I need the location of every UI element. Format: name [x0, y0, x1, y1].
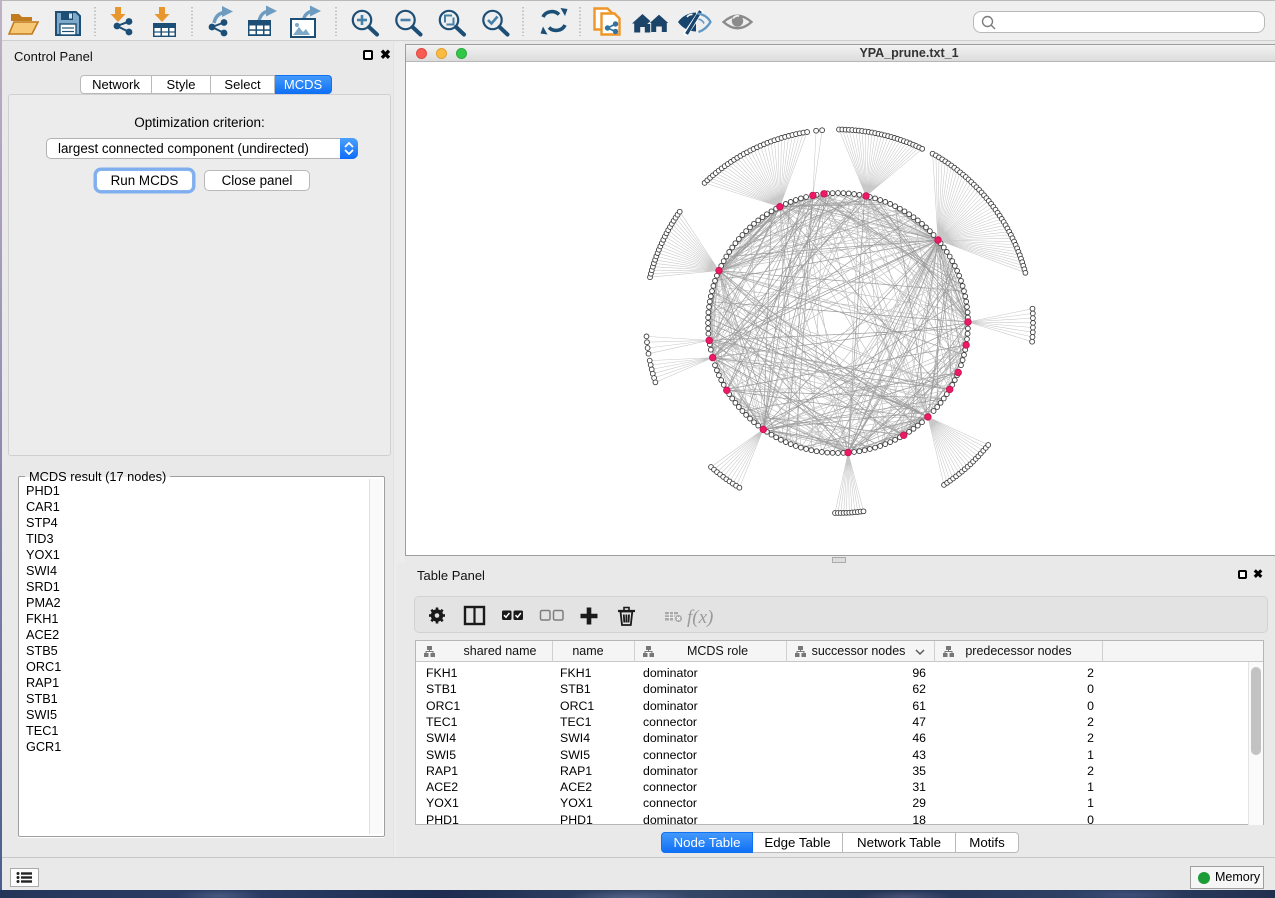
svg-text:f(x): f(x)	[687, 607, 713, 628]
